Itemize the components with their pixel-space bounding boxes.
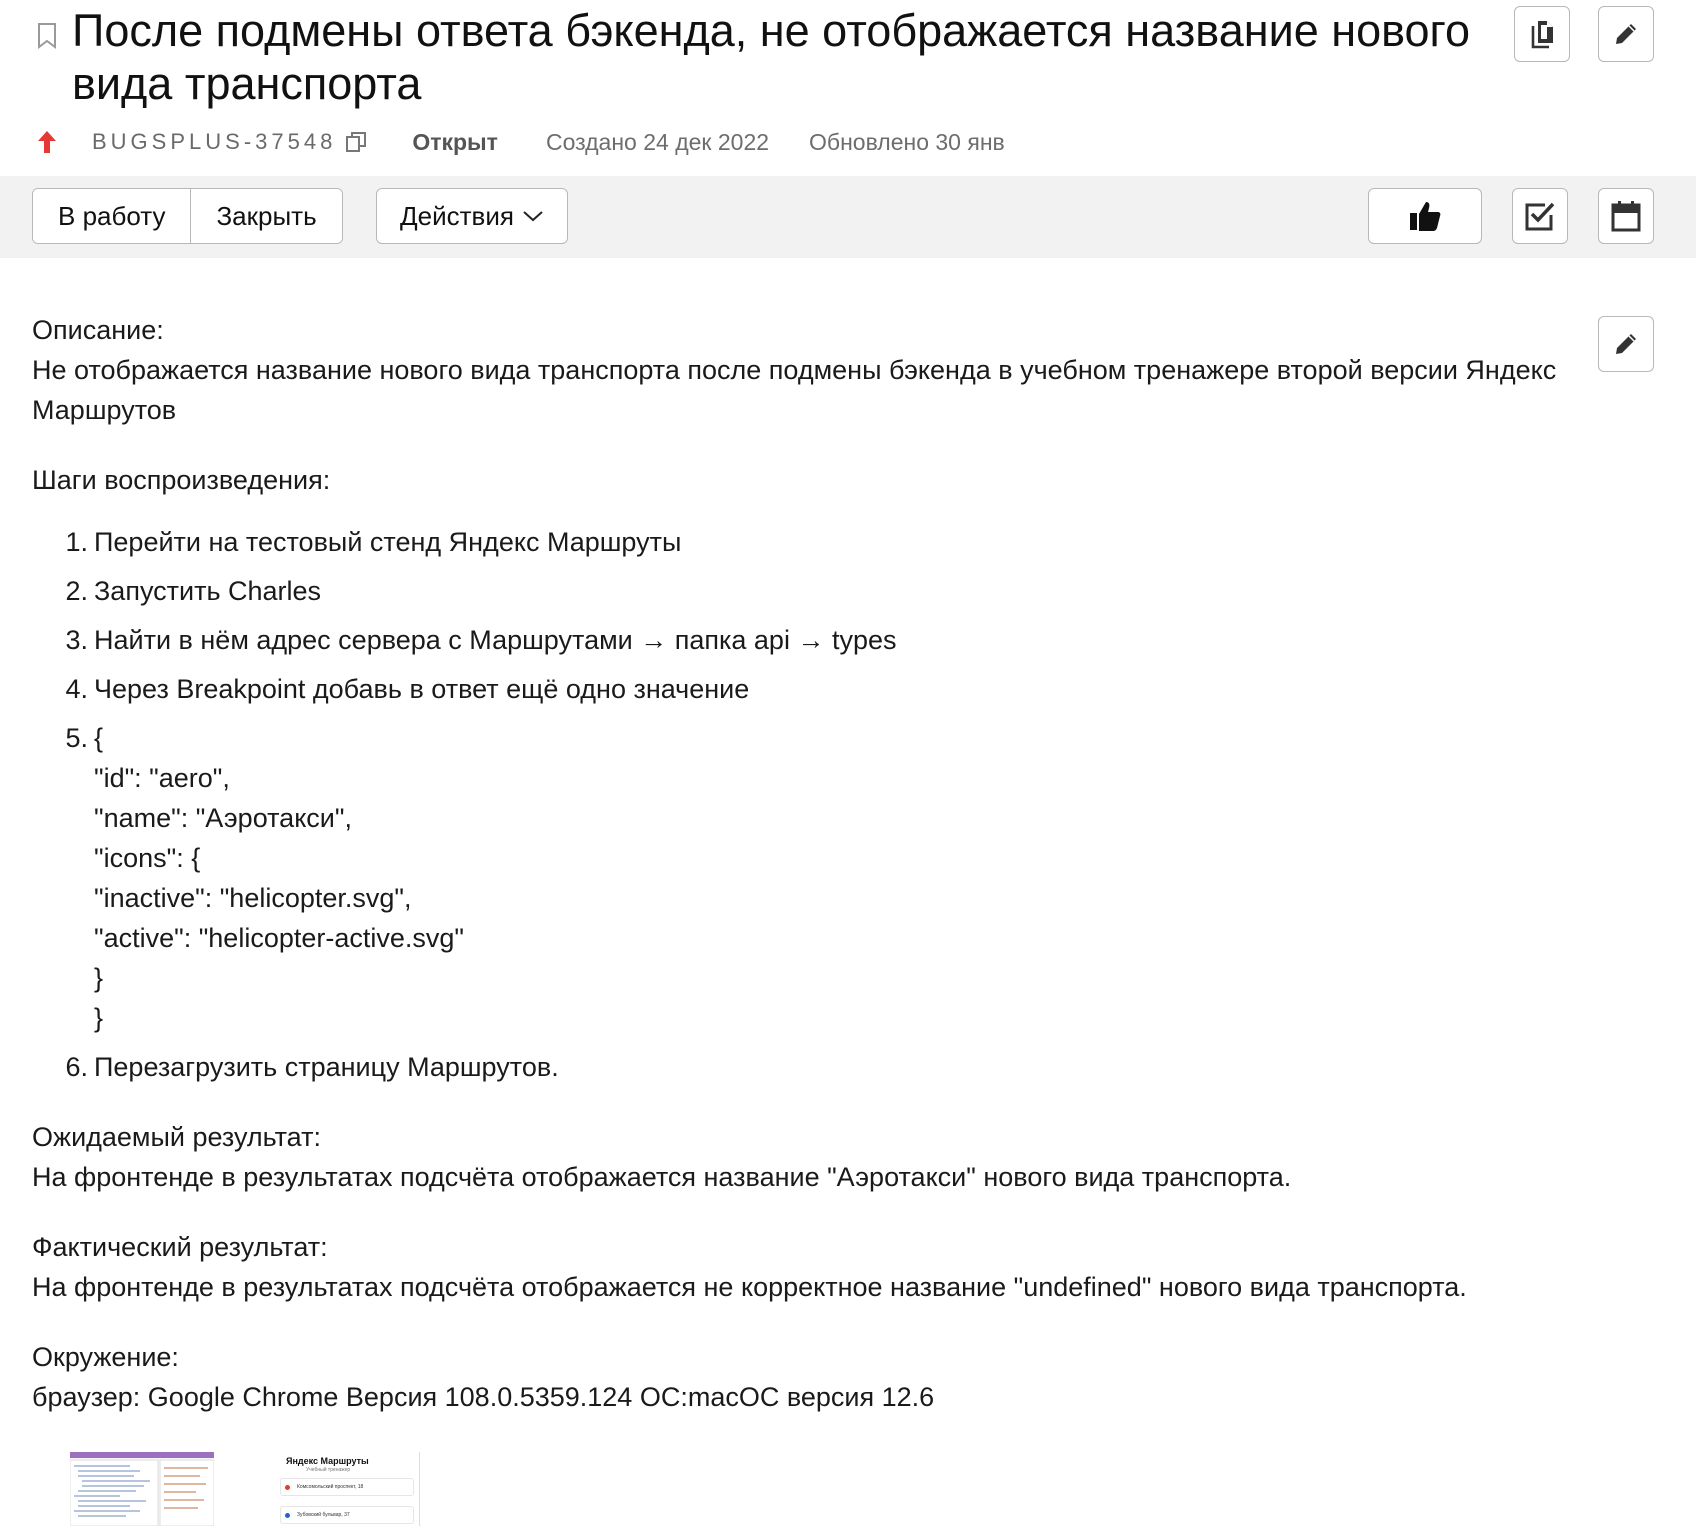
list-item: 5. { "id": "aero", "name": "Аэротакси", … <box>32 718 1632 1038</box>
json-line: "icons": { <box>94 843 201 873</box>
thumb-subtitle: Учебный тренажер <box>306 1467 351 1473</box>
pencil-icon <box>1616 24 1636 44</box>
to-dot-icon <box>285 1513 290 1518</box>
steps-list: 1. Перейти на тестовый стенд Яндекс Марш… <box>32 522 1632 1087</box>
issue-page: После подмены ответа бэкенда, не отображ… <box>0 0 1696 1526</box>
step-number: 2. <box>65 576 88 606</box>
transition-button-group: В работу Закрыть <box>32 188 343 244</box>
in-work-button[interactable]: В работу <box>33 189 191 243</box>
json-line: "name": "Аэротакси", <box>94 803 352 833</box>
actual-section: Фактический результат: На фронтенде в ре… <box>32 1227 1632 1307</box>
status-badge[interactable]: Открыт <box>412 129 498 156</box>
to-address: Зубовский бульвар, 37 <box>297 1512 350 1518</box>
issue-title: После подмены ответа бэкенда, не отображ… <box>72 5 1471 109</box>
deadline-button[interactable] <box>1598 188 1654 244</box>
copy-icon <box>1531 21 1553 49</box>
step-number: 5. <box>65 723 88 753</box>
environment-label: Окружение: <box>32 1342 179 1372</box>
like-button[interactable] <box>1368 188 1482 244</box>
attachments: Яндекс Маршруты Учебный тренажер Комсомо… <box>70 1452 482 1526</box>
expected-label: Ожидаемый результат: <box>32 1122 321 1152</box>
checkbox-icon <box>1525 202 1555 231</box>
description-text: Не отображается название нового вида тра… <box>32 355 1557 425</box>
json-snippet: { "id": "aero", "name": "Аэротакси", "ic… <box>94 718 464 1038</box>
description-section: Описание: Не отображается название новог… <box>32 310 1632 430</box>
issue-description: Описание: Не отображается название новог… <box>32 310 1632 1447</box>
list-item: 2. Запустить Charles <box>32 571 1632 611</box>
actions-label: Действия <box>400 200 514 231</box>
thumbs-up-icon <box>1410 202 1441 231</box>
bookmark-icon[interactable] <box>36 22 58 50</box>
thumb-title: Яндекс Маршруты <box>286 1456 369 1466</box>
expected-section: Ожидаемый результат: На фронтенде в резу… <box>32 1117 1632 1197</box>
app-screenshot: Яндекс Маршруты Учебный тренажер Комсомо… <box>276 1452 420 1526</box>
copy-issue-button[interactable] <box>1514 6 1570 62</box>
environment-section: Окружение: браузер: Google Chrome Версия… <box>32 1337 1632 1417</box>
step-text: Запустить Charles <box>94 576 322 606</box>
created-date: Создано 24 дек 2022 <box>545 128 770 155</box>
json-line: } <box>94 963 104 993</box>
json-line: { <box>94 723 104 753</box>
list-item: 1. Перейти на тестовый стенд Яндекс Марш… <box>32 522 1632 562</box>
updated-date: Обновлено 30 янв <box>809 128 1005 155</box>
step-text: Найти в нём адрес сервера с Маршрутами →… <box>94 625 897 655</box>
issue-key[interactable]: BUGSPLUS-37548 <box>92 129 336 155</box>
expected-text: На фронтенде в результатах подсчёта отоб… <box>32 1162 1292 1192</box>
json-line: "inactive": "helicopter.svg", <box>94 883 412 913</box>
priority-up-arrow-icon <box>38 131 56 153</box>
to-field: Зубовский бульвар, 37 <box>280 1506 414 1524</box>
copy-key-icon[interactable] <box>344 130 368 154</box>
calendar-icon <box>1611 201 1641 232</box>
steps-label: Шаги воспроизведения: <box>32 465 331 495</box>
step-number: 3. <box>65 625 88 655</box>
attachment-thumbnail[interactable] <box>70 1452 214 1526</box>
from-address: Комсомольский проспект, 18 <box>297 1484 364 1490</box>
step-number: 1. <box>65 527 88 557</box>
json-line: "active": "helicopter-active.svg" <box>94 923 464 953</box>
step-text: Перейти на тестовый стенд Яндекс Маршрут… <box>94 527 682 557</box>
from-field: Комсомольский проспект, 18 <box>280 1478 414 1496</box>
issue-header: После подмены ответа бэкенда, не отображ… <box>0 0 1696 176</box>
issue-toolbar: В работу Закрыть Действия <box>0 176 1696 258</box>
step-text: Перезагрузить страницу Маршрутов. <box>94 1052 559 1082</box>
chevron-down-icon <box>523 211 543 222</box>
from-dot-icon <box>285 1485 290 1490</box>
actual-text: На фронтенде в результатах подсчёта отоб… <box>32 1272 1467 1302</box>
actual-label: Фактический результат: <box>32 1232 328 1262</box>
step-number: 4. <box>65 674 88 704</box>
json-line: "id": "aero", <box>94 763 230 793</box>
environment-text: браузер: Google Chrome Версия 108.0.5359… <box>32 1382 935 1412</box>
step-number: 6. <box>65 1052 88 1082</box>
step-text: Через Breakpoint добавь в ответ ещё одно… <box>94 674 750 704</box>
steps-section: Шаги воспроизведения: <box>32 460 1632 500</box>
list-item: 6. Перезагрузить страницу Маршрутов. <box>32 1047 1632 1087</box>
edit-title-button[interactable] <box>1598 6 1654 62</box>
list-item: 4. Через Breakpoint добавь в ответ ещё о… <box>32 669 1632 709</box>
issue-meta: BUGSPLUS-37548 Открыт Создано 24 дек 202… <box>36 124 1005 160</box>
checklist-button[interactable] <box>1512 188 1568 244</box>
description-label: Описание: <box>32 315 164 345</box>
close-issue-button[interactable]: Закрыть <box>190 189 342 243</box>
screenshot-image <box>70 1452 214 1526</box>
json-line: } <box>94 1003 104 1033</box>
actions-dropdown[interactable]: Действия <box>376 188 568 244</box>
list-item: 3. Найти в нём адрес сервера с Маршрутам… <box>32 620 1632 660</box>
attachment-thumbnail[interactable]: Яндекс Маршруты Учебный тренажер Комсомо… <box>276 1452 420 1526</box>
